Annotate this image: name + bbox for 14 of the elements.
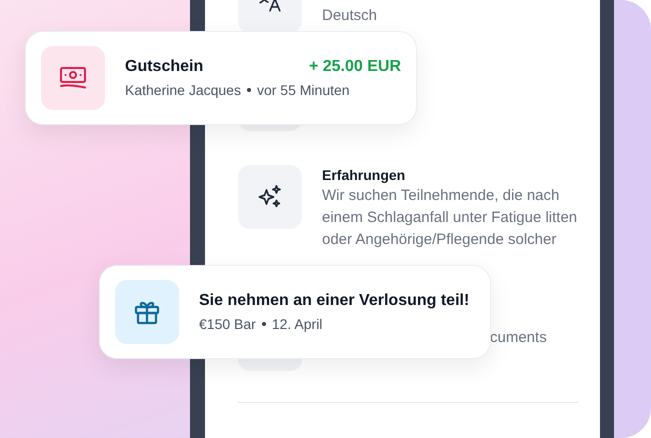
item-description: Wir suchen Teilnehmende, die nach einem Schlaganfall unter Fatigue litten oder Angehörige/Pflegende solcher bbox=[322, 186, 578, 250]
item-title: Erfahrungen bbox=[322, 166, 406, 185]
item-description: Deutsch bbox=[322, 6, 378, 26]
card-title: Sie nehmen an einer Verlosung teil! bbox=[199, 292, 470, 310]
card-subtitle: vor 55 Minuten bbox=[256, 82, 350, 98]
separator-dot bbox=[246, 88, 251, 92]
banknote-icon bbox=[58, 65, 88, 91]
card-subtitle: Katherine Jacques bbox=[125, 82, 241, 98]
card-title: Gutschein bbox=[125, 58, 204, 76]
card-subtitle: 12. April bbox=[272, 316, 322, 332]
amount-text: + 25.00 EUR bbox=[308, 58, 401, 76]
item-description: cuments bbox=[489, 328, 547, 348]
card-subtitle: €150 Bar bbox=[199, 316, 256, 332]
separator-dot bbox=[262, 322, 266, 326]
